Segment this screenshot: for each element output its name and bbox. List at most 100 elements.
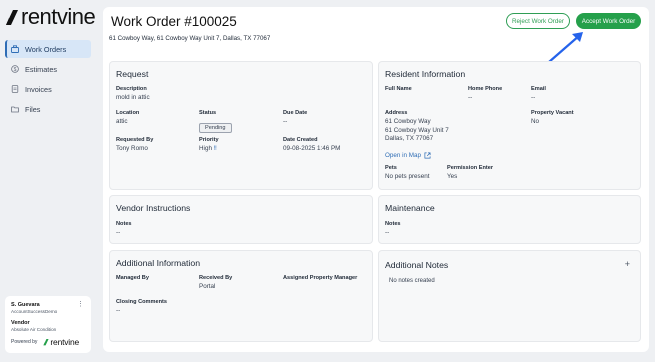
date-created-field: Date Created 09-08-2025 1:46 PM	[283, 137, 340, 154]
powered-by-logo: rentvine	[43, 337, 79, 347]
additional-notes-title: Additional Notes	[385, 260, 449, 270]
field-label: Permission Enter	[447, 165, 494, 171]
field-label: Closing Comments	[116, 299, 167, 305]
sidebar-item-label: Work Orders	[25, 44, 67, 54]
open-in-map-link[interactable]: Open in Map	[385, 152, 431, 159]
accept-work-order-button[interactable]: Accept Work Order	[576, 13, 641, 29]
assigned-property-manager-field: Assigned Property Manager	[283, 275, 357, 283]
field-label: Home Phone	[468, 86, 503, 92]
folder-icon	[11, 105, 19, 113]
add-note-icon[interactable]: +	[625, 259, 630, 269]
reject-work-order-button[interactable]: Reject Work Order	[506, 13, 570, 29]
more-vertical-icon[interactable]: ⋮	[77, 301, 84, 308]
location-field: Location attic	[116, 110, 139, 127]
sidebar-nav: Work Orders $ Estimates Invoices Files	[5, 40, 91, 120]
address-line-3: Dallas, TX 77067	[385, 135, 434, 142]
priority-value: High ‼	[199, 145, 219, 154]
field-label: Email	[531, 86, 546, 92]
toolbox-icon	[11, 45, 19, 53]
sidebar-item-label: Estimates	[25, 64, 58, 74]
user-card: S. Guevara AccountSuccessDemo ⋮ Vendor A…	[5, 296, 91, 353]
external-link-icon	[424, 152, 431, 158]
priority-field: Priority High ‼	[199, 137, 219, 154]
field-value: 09-08-2025 1:46 PM	[283, 145, 341, 152]
powered-by-label: Powered by	[11, 339, 38, 345]
field-label: Location	[116, 110, 140, 116]
field-label: Priority	[199, 137, 219, 143]
additional-information-title: Additional Information	[116, 258, 201, 268]
pets-field: Pets No pets present	[385, 165, 429, 182]
field-label: Pets	[385, 165, 397, 171]
maintenance-card: Maintenance Notes --	[378, 195, 641, 244]
address-line-2: 61 Cowboy Way Unit 7	[385, 126, 449, 134]
field-value: No	[531, 118, 540, 125]
powered-by-brand: rentvine	[50, 337, 80, 347]
pointer-arrow-icon	[547, 32, 583, 64]
open-in-map-label: Open in Map	[385, 151, 422, 159]
field-label: Received By	[199, 275, 233, 281]
powered-by: Powered by rentvine	[11, 337, 79, 347]
status-badge: Pending	[199, 123, 232, 133]
no-notes-message: No notes created	[389, 278, 435, 284]
field-value: mold in attic	[116, 94, 150, 101]
home-phone-field: Home Phone --	[468, 86, 502, 103]
main-panel: Work Order #100025 61 Cowboy Way, 61 Cow…	[103, 7, 649, 352]
email-field: Email --	[531, 86, 546, 103]
maintenance-title: Maintenance	[385, 203, 435, 213]
field-label: Address	[385, 110, 408, 116]
rentvine-logo[interactable]: rentvine	[5, 4, 96, 29]
field-label: Assigned Property Manager	[283, 275, 358, 281]
priority-text: High	[199, 145, 212, 152]
priority-high-icon: ‼	[213, 146, 217, 152]
field-label: Notes	[385, 221, 401, 227]
field-label: Full Name	[385, 86, 412, 92]
closing-comments-field: Closing Comments --	[116, 299, 167, 316]
vendor-name: Absolute Air Condition	[11, 327, 57, 332]
vendor-instructions-title: Vendor Instructions	[116, 203, 191, 213]
sidebar-item-label: Invoices	[25, 84, 52, 94]
rentvine-leaf-icon	[6, 10, 18, 25]
field-value: --	[116, 307, 121, 314]
permission-enter-field: Permission Enter Yes	[447, 165, 493, 182]
document-icon	[11, 85, 19, 93]
user-name: S. Guevara	[11, 302, 40, 308]
request-title: Request	[116, 69, 149, 79]
svg-text:$: $	[14, 67, 17, 73]
field-label: Managed By	[116, 275, 149, 281]
field-value: --	[468, 94, 473, 101]
field-label: Property Vacant	[531, 110, 574, 116]
field-label: Due Date	[283, 110, 308, 116]
request-card: Request Description mold in attic Locati…	[109, 61, 373, 190]
sidebar-item-work-orders[interactable]: Work Orders	[5, 40, 91, 58]
field-value: No pets present	[385, 173, 430, 180]
address-line-1: 61 Cowboy Way	[385, 118, 431, 125]
field-value: Tony Romo	[116, 145, 148, 152]
resident-information-title: Resident Information	[385, 69, 466, 79]
rentvine-leaf-icon	[43, 339, 49, 346]
page-title: Work Order #100025	[111, 14, 237, 29]
requested-by-field: Requested By Tony Romo	[116, 137, 153, 154]
managed-by-field: Managed By	[116, 275, 149, 283]
maintenance-notes-field: Notes --	[385, 221, 401, 238]
brand-name: rentvine	[21, 4, 96, 29]
additional-information-card: Additional Information Managed By Receiv…	[109, 250, 373, 342]
sidebar-item-invoices[interactable]: Invoices	[5, 80, 91, 98]
property-vacant-field: Property Vacant No	[531, 110, 574, 127]
field-value: --	[385, 229, 390, 236]
received-by-field: Received By Portal	[199, 275, 232, 292]
field-value: Yes	[447, 173, 458, 180]
sidebar-item-estimates[interactable]: $ Estimates	[5, 60, 91, 78]
sidebar-item-files[interactable]: Files	[5, 100, 91, 118]
vendor-instructions-card: Vendor Instructions Notes --	[109, 195, 373, 244]
field-value: --	[116, 229, 121, 236]
dollar-circle-icon: $	[11, 65, 19, 73]
field-label: Date Created	[283, 137, 318, 143]
full-name-field: Full Name	[385, 86, 412, 94]
status-field: Status Pending	[199, 110, 232, 134]
vendor-notes-field: Notes --	[116, 221, 132, 238]
field-label: Requested By	[116, 137, 154, 143]
field-value: attic	[116, 118, 128, 125]
additional-notes-card: Additional Notes + No notes created	[378, 250, 641, 342]
field-value: --	[531, 94, 536, 101]
field-value: --	[283, 118, 288, 125]
